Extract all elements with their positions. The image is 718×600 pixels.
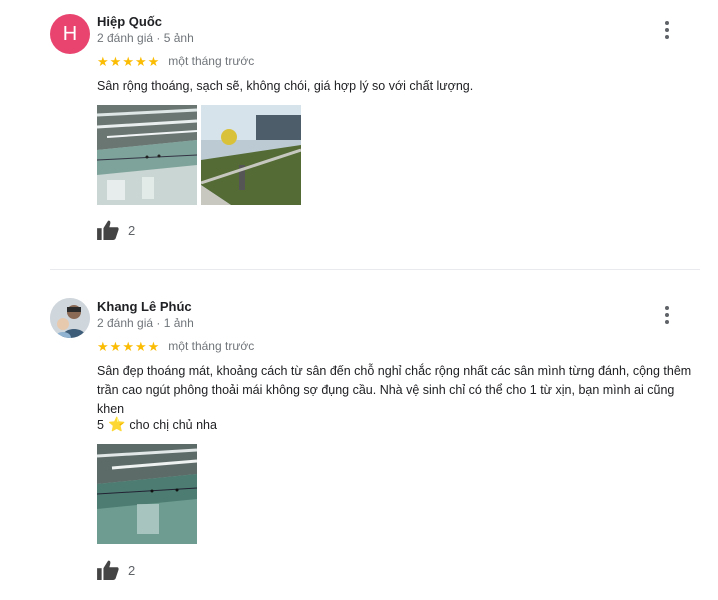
review-extra-line: 5 ⭐ cho chị chủ nha <box>97 416 217 433</box>
star-icon: ★ <box>147 53 160 69</box>
avatar-letter: H <box>62 22 78 45</box>
garden-photo <box>201 105 301 205</box>
star-icon: ★ <box>109 338 122 354</box>
reviewer-name[interactable]: Hiệp Quốc <box>97 14 162 29</box>
more-vert-icon[interactable] <box>660 20 674 40</box>
review-photo[interactable] <box>97 444 197 544</box>
badminton-court-photo <box>97 105 197 205</box>
thumb-up-icon[interactable] <box>97 220 119 240</box>
review-time: một tháng trước <box>168 339 255 353</box>
reviewer-meta[interactable]: 2 đánh giá · 1 ảnh <box>97 316 194 330</box>
avatar[interactable] <box>50 298 90 338</box>
rating-row: ★ ★ ★ ★ ★ một tháng trước <box>97 339 254 353</box>
review-divider <box>50 269 700 270</box>
star-icon: ★ <box>97 53 109 69</box>
star-icon: ★ <box>109 53 122 69</box>
profile-photo <box>50 298 90 338</box>
review-text: Sân rộng thoáng, sạch sẽ, không chói, gi… <box>97 79 474 93</box>
avatar[interactable]: H <box>50 14 90 54</box>
review-text: Sân đẹp thoáng mát, khoảng cách từ sân đ… <box>97 364 692 416</box>
reviewer-meta[interactable]: 2 đánh giá · 5 ảnh <box>97 31 194 45</box>
star-icon: ★ <box>122 53 134 69</box>
star-icon: ★ <box>122 338 134 354</box>
like-count: 2 <box>128 222 136 238</box>
like-row: 2 <box>97 220 135 240</box>
star-icon: ★ <box>147 338 160 354</box>
review-time: một tháng trước <box>168 54 255 68</box>
star-icon: ★ <box>134 338 147 354</box>
review-photos <box>97 444 197 544</box>
star-rating: ★ ★ ★ ★ ★ <box>97 340 159 353</box>
thumb-up-icon[interactable] <box>97 560 119 580</box>
like-row: 2 <box>97 560 135 580</box>
review-photo[interactable] <box>201 105 301 205</box>
extra-number: 5 <box>97 417 104 432</box>
reviewer-name[interactable]: Khang Lê Phúc <box>97 299 192 314</box>
star-icon: ★ <box>97 338 109 354</box>
badminton-court-photo <box>97 444 197 544</box>
review-photos <box>97 105 301 205</box>
star-rating: ★ ★ ★ ★ ★ <box>97 55 159 68</box>
like-count: 2 <box>128 562 136 578</box>
extra-text: cho chị chủ nha <box>129 417 217 432</box>
review-photo[interactable] <box>97 105 197 205</box>
more-vert-icon[interactable] <box>660 305 674 325</box>
star-emoji-icon: ⭐ <box>107 416 126 432</box>
star-icon: ★ <box>134 53 147 69</box>
rating-row: ★ ★ ★ ★ ★ một tháng trước <box>97 54 254 68</box>
